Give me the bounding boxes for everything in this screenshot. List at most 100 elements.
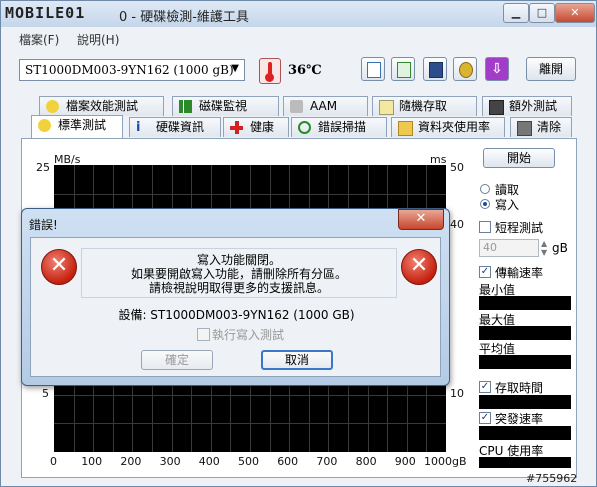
message-line: 請檢視說明取得更多的支援訊息。 [148, 281, 329, 295]
title-bar[interactable]: MOBILE01 0 - 硬碟檢測-維護工具 ▁ □ ✕ [1, 1, 596, 27]
ok-button: 確定 [141, 350, 213, 370]
bar-chart-icon [179, 100, 192, 113]
drive-select[interactable]: ST1000DM003-9YN162 (1000 gB) ▼ [19, 59, 245, 81]
exit-button[interactable]: 離開 [526, 57, 576, 81]
write-test-label: 執行寫入測試 [212, 328, 285, 342]
menu-file[interactable]: 檔案(F) [19, 31, 59, 48]
access-time-display [479, 395, 571, 409]
cpu-usage-display [479, 457, 571, 468]
dialog-title: 錯誤! [29, 218, 58, 232]
close-button[interactable]: ✕ [555, 3, 595, 23]
x-tick-label: 800 [355, 455, 377, 468]
download-button[interactable]: ⇩ [485, 57, 509, 81]
error-icon: ✕ [401, 249, 437, 285]
short-test-unit: gB [552, 241, 568, 255]
tab-erase[interactable]: 清除 [510, 117, 572, 137]
minimize-button[interactable]: ▁ [503, 3, 529, 23]
copy-text-button[interactable] [361, 57, 385, 81]
tab-label: 額外測試 [509, 99, 558, 113]
x-tick-label: 1000gB [424, 455, 467, 468]
spin-arrows-icon[interactable]: ▲ ▼ [541, 239, 551, 257]
burst-rate-display [479, 426, 571, 440]
save-icon [429, 62, 443, 78]
chevron-down-icon: ▼ [231, 63, 239, 74]
chart-gridline-horizontal [54, 423, 446, 425]
watermark: #755962 [526, 472, 578, 485]
maximize-button[interactable]: □ [529, 3, 555, 23]
tab-label: 清除 [537, 120, 562, 134]
bulb-icon [46, 100, 59, 113]
x-tick-label: 600 [277, 455, 299, 468]
download-icon: ⇩ [491, 61, 503, 77]
access-time-checkbox[interactable]: ✓ [479, 381, 491, 393]
burst-rate-checkbox[interactable]: ✓ [479, 412, 491, 424]
y-right-tick: 50 [450, 161, 464, 174]
write-label: 寫入 [495, 198, 520, 212]
short-test-size-input[interactable]: 40 [479, 239, 539, 257]
transfer-rate-label: 傳輸速率 [495, 266, 544, 280]
copy-text-icon [367, 62, 381, 78]
tab-label: 硬碟資訊 [156, 120, 205, 134]
main-window: MOBILE01 0 - 硬碟檢測-維護工具 ▁ □ ✕ 檔案(F) 說明(H)… [0, 0, 597, 487]
tab-label: AAM [310, 99, 338, 113]
trash-icon [517, 121, 532, 136]
calculator-icon [489, 100, 504, 115]
tab-label: 隨機存取 [399, 99, 448, 113]
temperature-value: 36℃ [288, 63, 322, 78]
folder-icon [398, 121, 413, 136]
x-tick-label: 100 [81, 455, 103, 468]
max-value-display [479, 326, 571, 340]
transfer-rate-checkbox[interactable]: ✓ [479, 266, 491, 278]
save-button[interactable] [423, 57, 447, 81]
tab-extra-tests[interactable]: 額外測試 [482, 96, 572, 116]
dice-icon [379, 100, 394, 115]
tab-folder-usage[interactable]: 資料夾使用率 [391, 117, 505, 137]
tab-disk-monitor[interactable]: 磁碟監視 [172, 96, 279, 116]
write-radio[interactable] [480, 199, 490, 209]
y-left-tick: 5 [42, 387, 49, 400]
options-button[interactable] [453, 57, 477, 81]
cancel-button[interactable]: 取消 [261, 350, 333, 370]
magnifier-icon [298, 121, 311, 134]
info-icon: i [136, 120, 141, 135]
x-tick-label: 300 [159, 455, 181, 468]
menu-bar: 檔案(F) 說明(H) [1, 28, 596, 48]
bulb-icon [38, 119, 51, 132]
tab-aam[interactable]: AAM [283, 96, 368, 116]
tab-benchmark[interactable]: 標準測試 [31, 115, 123, 138]
tab-label: 健康 [250, 120, 275, 134]
site-logo: MOBILE01 [5, 4, 86, 22]
dialog-close-button[interactable]: ✕ [398, 209, 444, 230]
copy-screen-button[interactable] [391, 57, 415, 81]
tab-random-access[interactable]: 隨機存取 [372, 96, 477, 116]
window-title: 0 - 硬碟檢測-維護工具 [119, 10, 249, 25]
x-tick-label: 900 [394, 455, 416, 468]
tab-label: 標準測試 [58, 118, 107, 132]
y-right-tick: 10 [450, 387, 464, 400]
y-left-tick: 25 [36, 161, 50, 174]
tab-drive-info[interactable]: i 硬碟資訊 [129, 117, 221, 137]
tab-label: 錯誤掃描 [318, 120, 367, 134]
write-test-checkbox [197, 328, 210, 341]
short-test-checkbox[interactable] [479, 221, 491, 233]
tab-error-scan[interactable]: 錯誤掃描 [291, 117, 387, 137]
tab-file-benchmark[interactable]: 檔案效能測試 [39, 96, 164, 116]
x-tick-label: 0 [50, 455, 57, 468]
speaker-icon [290, 100, 303, 113]
tab-health[interactable]: 健康 [223, 117, 289, 137]
access-time-label: 存取時間 [495, 381, 544, 395]
device-line: 設備: ST1000DM003-9YN162 (1000 GB) [118, 308, 355, 322]
min-value-display [479, 296, 571, 310]
thermometer-icon [259, 58, 281, 84]
tab-label: 資料夾使用率 [418, 120, 491, 134]
menu-help[interactable]: 說明(H) [77, 31, 119, 48]
tab-label: 檔案效能測試 [66, 99, 139, 113]
burst-rate-label: 突發速率 [495, 412, 544, 426]
error-icon: ✕ [41, 249, 77, 285]
avg-value-display [479, 355, 571, 369]
dialog-body: ✕ ✕ 寫入功能關閉。 如果要開啟寫入功能，請刪除所有分區。 請檢視說明取得更多… [30, 237, 441, 377]
start-button[interactable]: 開始 [483, 148, 555, 168]
x-tick-label: 700 [316, 455, 338, 468]
x-tick-label: 500 [238, 455, 259, 468]
read-radio[interactable] [480, 184, 490, 194]
